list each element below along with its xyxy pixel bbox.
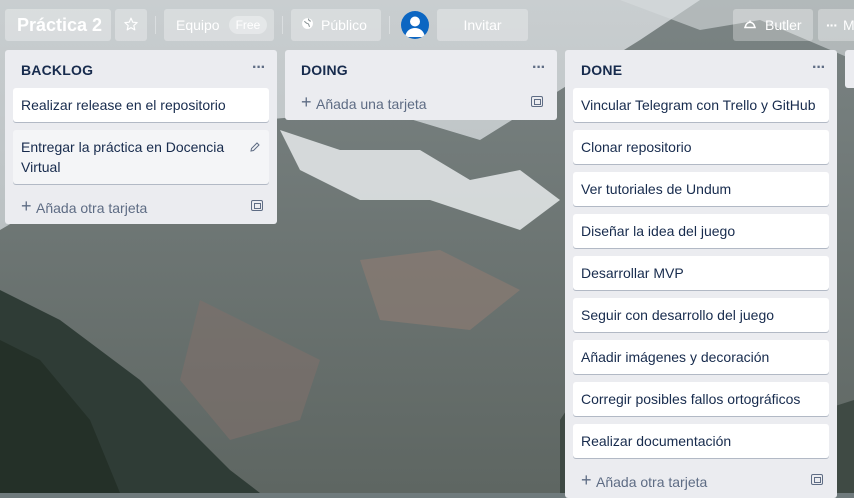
list-doing: DOING ··· + Añada una tarjeta	[285, 50, 557, 120]
card[interactable]: Añadir imágenes y decoración	[573, 340, 829, 374]
card[interactable]: Diseñar la idea del juego	[573, 214, 829, 248]
card-title: Añadir imágenes y decoración	[581, 349, 770, 365]
list-title[interactable]: DOING	[301, 62, 348, 78]
list-partial[interactable]	[845, 50, 854, 88]
card[interactable]: Entregar la práctica en Docencia Virtual	[13, 130, 269, 184]
template-icon[interactable]	[811, 474, 823, 485]
add-card-label: Añada otra tarjeta	[36, 200, 148, 216]
plus-icon: +	[301, 92, 312, 112]
header-divider	[389, 16, 390, 34]
pencil-icon[interactable]	[249, 139, 261, 159]
add-card-label: Añada otra tarjeta	[596, 474, 708, 490]
invite-button[interactable]: Invitar	[437, 9, 528, 41]
plus-icon: +	[21, 196, 32, 216]
card[interactable]: Corregir posibles fallos ortográficos	[573, 382, 829, 416]
board-header: Práctica 2 Equipo Free Público Invitar B…	[0, 0, 854, 50]
visibility-label: Público	[321, 17, 367, 33]
globe-icon	[301, 17, 314, 33]
template-icon[interactable]	[251, 200, 263, 211]
show-menu-label: M	[843, 17, 854, 33]
template-icon[interactable]	[531, 96, 543, 107]
list-menu-icon[interactable]: ···	[252, 59, 266, 77]
list-title[interactable]: BACKLOG	[21, 62, 93, 78]
butler-icon	[743, 17, 757, 33]
add-card-button[interactable]: + Añada una tarjeta	[285, 88, 557, 120]
card[interactable]: Realizar release en el repositorio	[13, 88, 269, 122]
card-title: Entregar la práctica en Docencia Virtual	[21, 139, 225, 175]
header-divider	[282, 16, 283, 34]
visibility-button[interactable]: Público	[291, 9, 381, 41]
card-title: Ver tutoriales de Undum	[581, 181, 732, 197]
list-header: BACKLOG ···	[5, 50, 277, 88]
plus-icon: +	[581, 470, 592, 490]
list-header: DOING ···	[285, 50, 557, 88]
list-backlog: BACKLOG ··· Realizar release en el repos…	[5, 50, 277, 224]
list-done: DONE ··· Vincular Telegram con Trello y …	[565, 50, 837, 498]
card[interactable]: Desarrollar MVP	[573, 256, 829, 290]
card[interactable]: Clonar repositorio	[573, 130, 829, 164]
card-title: Seguir con desarrollo del juego	[581, 307, 775, 323]
card-title: Corregir posibles fallos ortográficos	[581, 391, 801, 407]
list-menu-icon[interactable]: ···	[532, 59, 546, 77]
team-label: Equipo	[176, 17, 220, 33]
butler-label: Butler	[765, 17, 802, 33]
card[interactable]: Realizar documentación	[573, 424, 829, 458]
card-title: Realizar documentación	[581, 433, 732, 449]
card-title: Diseñar la idea del juego	[581, 223, 736, 239]
card[interactable]: Vincular Telegram con Trello y GitHub	[573, 88, 829, 122]
show-menu-button[interactable]: ··· M	[818, 9, 854, 41]
card[interactable]: Ver tutoriales de Undum	[573, 172, 829, 206]
more-icon: ···	[826, 17, 838, 33]
list-header: DONE ···	[565, 50, 837, 88]
list-title[interactable]: DONE	[581, 62, 622, 78]
list-menu-icon[interactable]: ···	[812, 59, 826, 77]
butler-button[interactable]: Butler	[733, 9, 813, 41]
star-icon	[124, 17, 138, 34]
add-card-button[interactable]: + Añada otra tarjeta	[5, 192, 277, 224]
add-card-button[interactable]: + Añada otra tarjeta	[565, 466, 837, 498]
card-title: Vincular Telegram con Trello y GitHub	[581, 97, 816, 113]
add-card-label: Añada una tarjeta	[316, 96, 427, 112]
star-button[interactable]	[115, 9, 147, 41]
card-title: Clonar repositorio	[581, 139, 692, 155]
member-avatar[interactable]	[401, 11, 429, 39]
card[interactable]: Seguir con desarrollo del juego	[573, 298, 829, 332]
board-title[interactable]: Práctica 2	[5, 9, 111, 41]
plan-badge: Free	[228, 16, 268, 34]
header-divider	[155, 16, 156, 34]
card-title: Realizar release en el repositorio	[21, 97, 226, 113]
team-button[interactable]: Equipo Free	[164, 9, 274, 41]
card-title: Desarrollar MVP	[581, 265, 684, 281]
